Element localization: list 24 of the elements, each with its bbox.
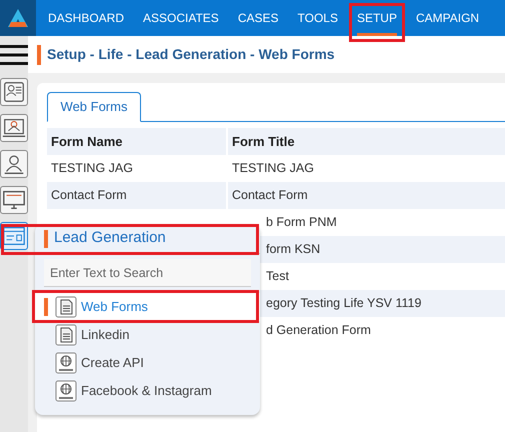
panel-title: Lead Generation <box>54 228 166 248</box>
menu-item[interactable]: Create API <box>35 349 260 377</box>
nav-tab[interactable]: CASES <box>238 0 278 36</box>
search-field[interactable]: Enter Text to Search <box>44 259 251 287</box>
table-cell: Contact Form <box>232 188 308 202</box>
table-cell: TESTING JAG <box>51 161 133 176</box>
menu-item[interactable]: Linkedin <box>35 321 260 349</box>
tab[interactable]: Web Forms <box>47 92 141 122</box>
nav-tab[interactable]: ASSOCIATES <box>143 0 219 36</box>
table-cell: TESTING JAG <box>232 161 314 176</box>
menu-item[interactable]: Facebook & Instagram <box>35 377 260 405</box>
menu-item[interactable]: Web Forms <box>35 293 260 321</box>
table-cell-text: b Form PNM <box>266 214 337 232</box>
table-cell: Contact Form <box>51 188 127 202</box>
nav-tab[interactable]: DASHBOARD <box>48 0 124 36</box>
column-header: Form Name <box>47 128 228 155</box>
table-cell-text: form KSN <box>266 241 320 258</box>
table-cell-text: Test <box>266 268 289 286</box>
table-cell-text: egory Testing Life YSV 1119 <box>266 295 422 312</box>
table-cell-text: d Generation Form <box>266 322 371 340</box>
page-title: Setup - Life - Lead Generation - Web Forms <box>47 45 335 64</box>
nav-tab[interactable]: TOOLS <box>298 0 338 36</box>
nav-tab[interactable]: CAMPAIGN <box>416 0 480 36</box>
column-header: Form Title <box>228 128 505 155</box>
